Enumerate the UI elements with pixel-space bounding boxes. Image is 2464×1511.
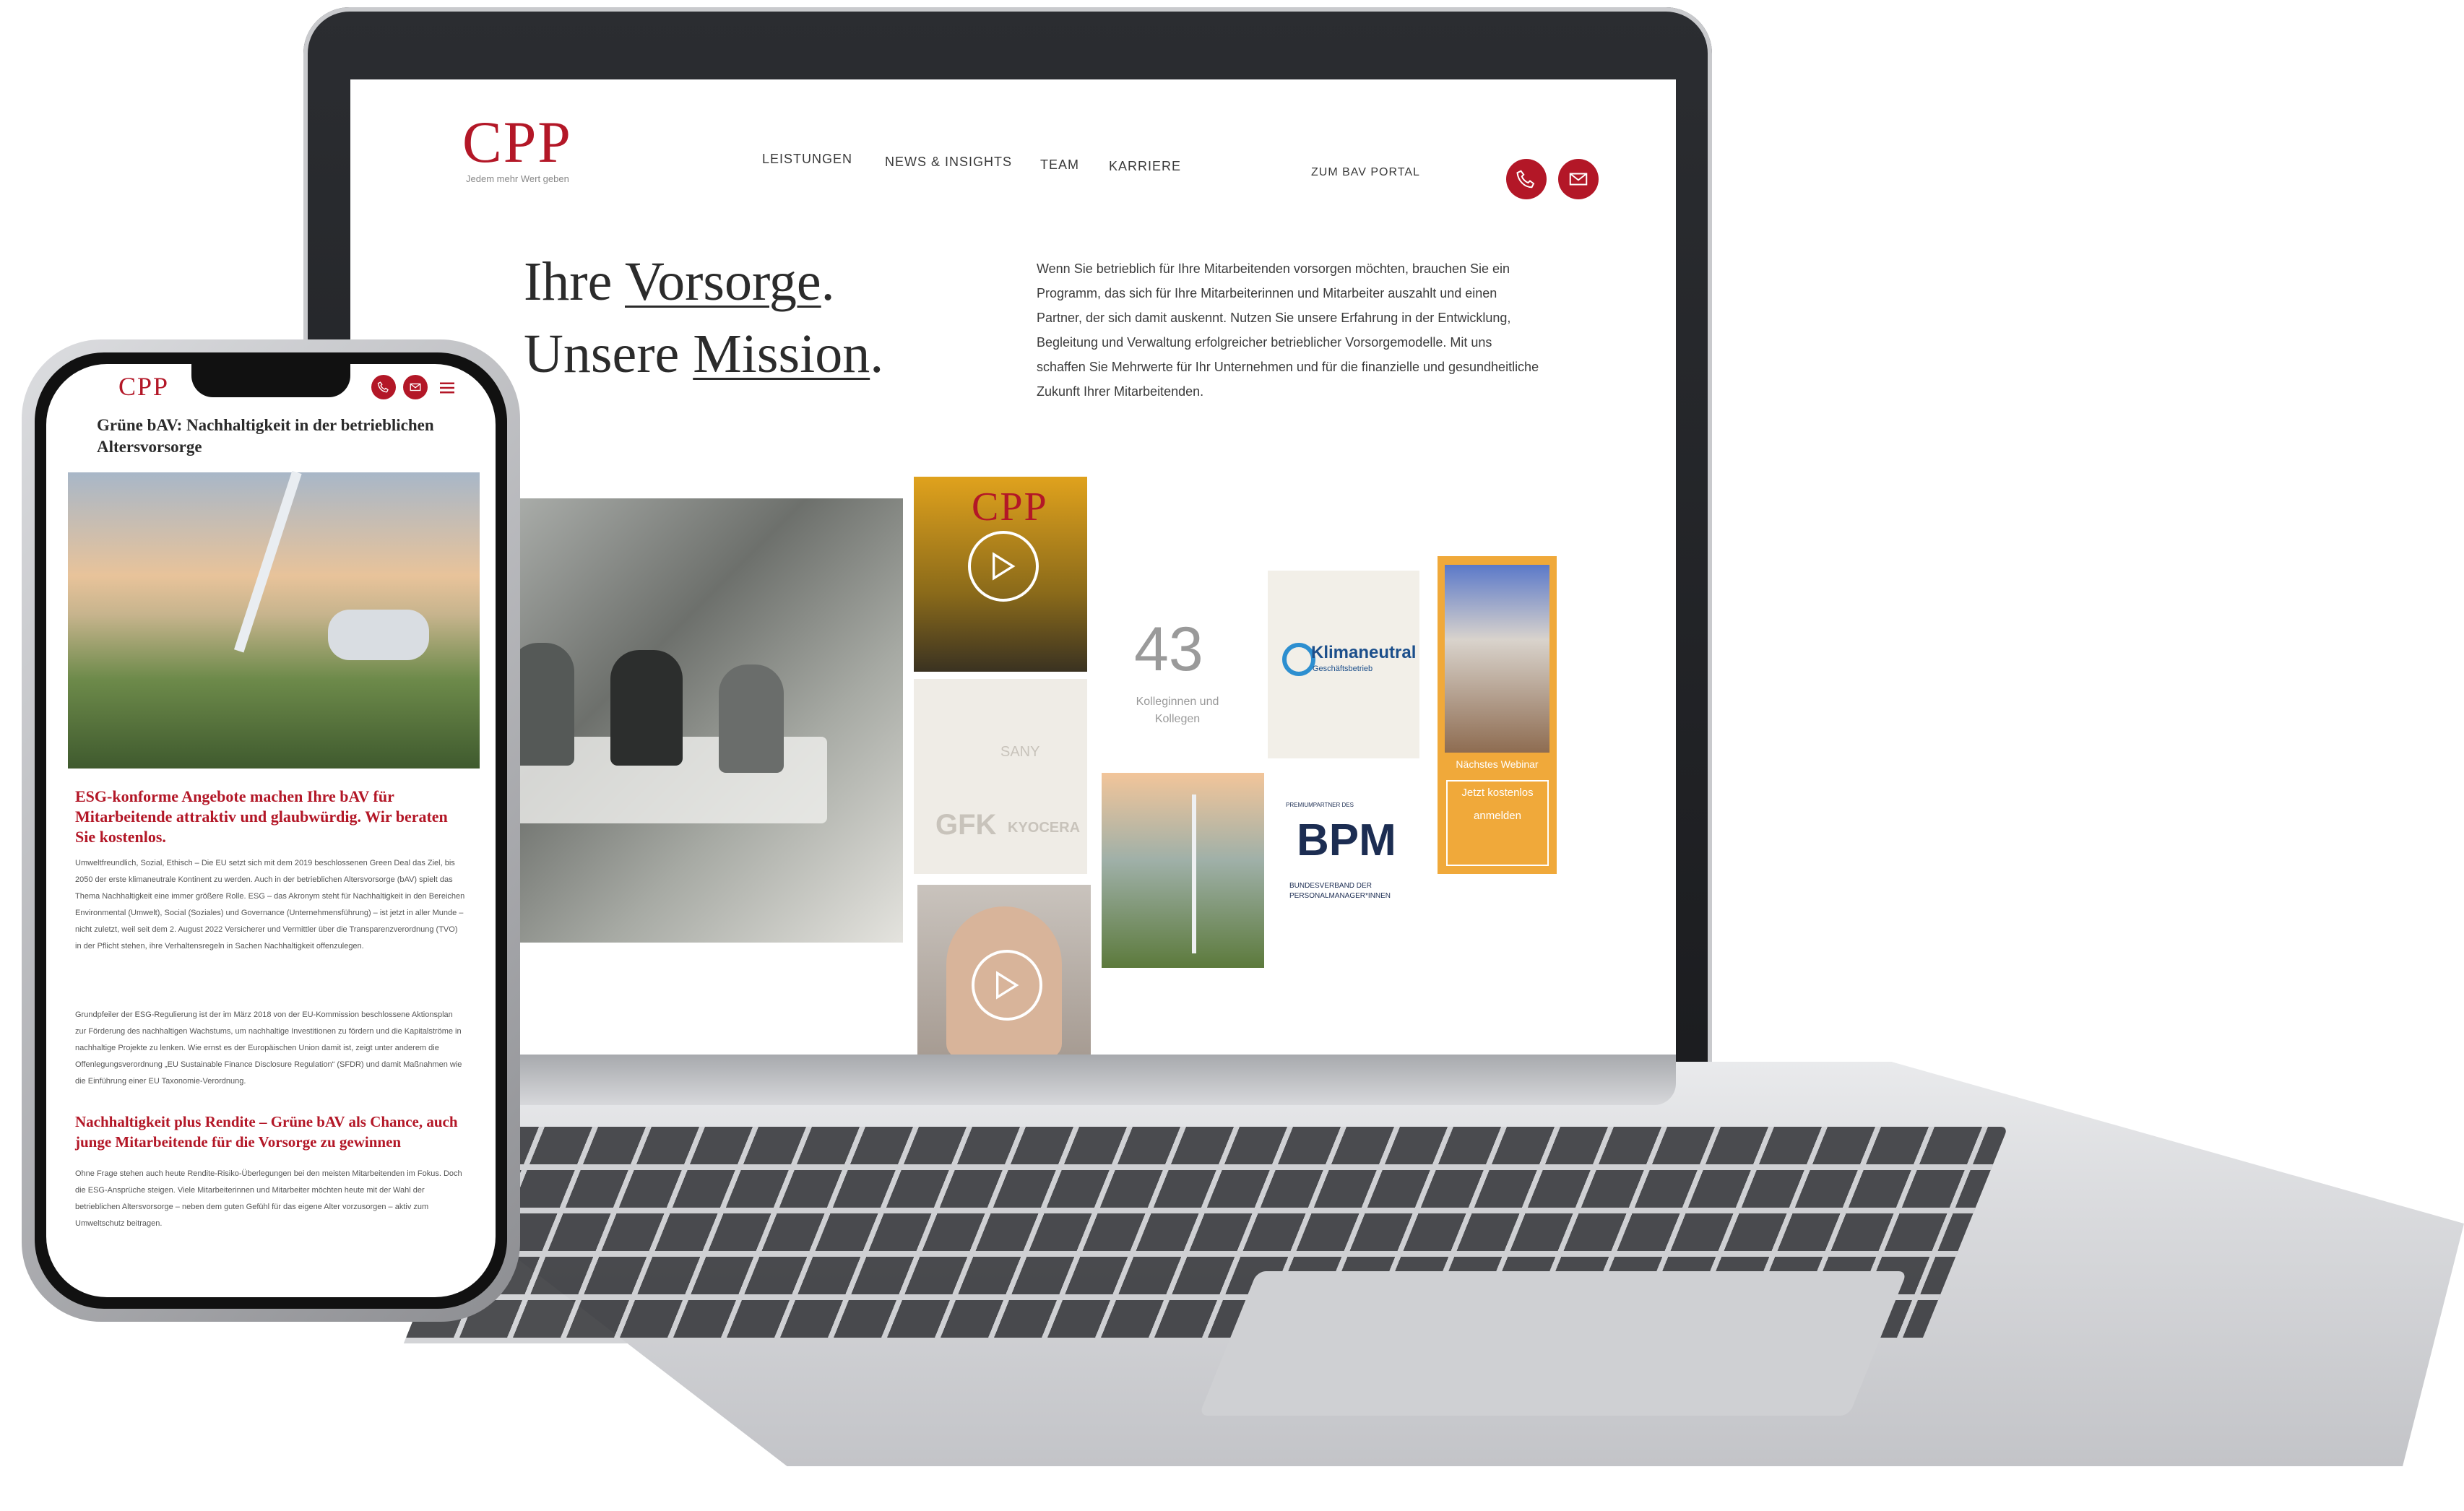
klima-title: Klimaneutral xyxy=(1311,643,1417,662)
phone-call-button[interactable] xyxy=(371,375,396,399)
nav-bav-portal[interactable]: ZUM BAV PORTAL xyxy=(1311,166,1420,179)
esg-headline: ESG-konforme Angebote machen Ihre bAV fü… xyxy=(75,787,448,846)
hero-title: Ihre Vorsorge. Unsere Mission. xyxy=(524,246,883,390)
nav-news-insights[interactable]: NEWS & INSIGHTS xyxy=(885,155,1012,170)
laptop-trackpad xyxy=(1198,1271,1908,1416)
site-tagline: Jedem mehr Wert geben xyxy=(466,173,569,184)
phone-button[interactable] xyxy=(1506,159,1547,199)
video-tile-logo: CPP xyxy=(972,485,1048,529)
stat-label: Kolleginnen und Kollegen xyxy=(1136,696,1219,725)
play-icon[interactable] xyxy=(968,531,1039,602)
hero-word: Unsere xyxy=(524,324,680,384)
nav-karriere[interactable]: KARRIERE xyxy=(1109,159,1181,174)
hero-word-underlined: Mission xyxy=(693,324,870,384)
nav-team[interactable]: TEAM xyxy=(1040,157,1079,173)
wind-turbine-photo xyxy=(68,470,480,769)
client-logos-tile: SANY GFK KYOCERA xyxy=(914,679,1087,874)
hero-word-underlined: Vorsorge xyxy=(625,251,821,312)
mail-icon xyxy=(1569,173,1588,186)
client-logo-sany: SANY xyxy=(1000,744,1040,760)
stat-number: 43 xyxy=(1134,615,1203,684)
bpm-kicker: PREMIUMPARTNER DES xyxy=(1286,802,1354,808)
webinar-photo xyxy=(1445,565,1549,753)
intro-text: Wenn Sie betrieblich für Ihre Mitarbeite… xyxy=(1037,261,1539,399)
phone-notch xyxy=(191,361,350,397)
client-logo-gfk: GFK xyxy=(935,809,997,841)
paragraph-3: Ohne Frage stehen auch heute Rendite-Ris… xyxy=(75,1169,462,1228)
phone-icon xyxy=(1516,170,1535,189)
phone-screen: CPP Grüne bAV: Nachhaltigkeit in der bet… xyxy=(46,364,496,1297)
webinar-label: Nächstes Webinar xyxy=(1456,758,1539,770)
phone-icon xyxy=(377,381,389,393)
phone-logo[interactable]: CPP xyxy=(118,371,169,402)
video-tile-portrait[interactable] xyxy=(917,885,1091,1055)
bpm-title: BPM xyxy=(1297,815,1396,865)
hero-dot: . xyxy=(870,324,884,384)
mail-button[interactable] xyxy=(1558,159,1599,199)
paragraph-2: Grundpfeiler der ESG-Regulierung ist der… xyxy=(75,1010,462,1086)
nav-leistungen[interactable]: LEISTUNGEN xyxy=(762,152,852,167)
klima-subtitle: Geschäftsbetrieb xyxy=(1313,664,1373,673)
play-icon[interactable] xyxy=(972,950,1042,1021)
rendite-headline: Nachhaltigkeit plus Rendite – Grüne bAV … xyxy=(75,1113,458,1151)
phone-mail-button[interactable] xyxy=(403,375,428,399)
laptop-hinge xyxy=(491,1055,1676,1105)
laptop-screen: CPP Jedem mehr Wert geben LEISTUNGEN NEW… xyxy=(350,79,1676,1055)
menu-icon[interactable] xyxy=(436,377,458,399)
client-logo-kyocera: KYOCERA xyxy=(1008,820,1081,836)
hero-word: Ihre xyxy=(524,251,613,312)
webinar-tile[interactable]: Nächstes Webinar Jetzt kostenlos anmelde… xyxy=(1438,556,1557,874)
hero-dot: . xyxy=(821,251,835,312)
webinar-cta[interactable]: Jetzt kostenlos anmelden xyxy=(1446,780,1549,866)
article-title: Grüne bAV: Nachhaltigkeit in der betrieb… xyxy=(97,416,434,456)
klimaneutral-badge[interactable]: Klimaneutral Geschäftsbetrieb xyxy=(1268,571,1419,758)
video-tile-event[interactable]: CPP xyxy=(914,477,1087,672)
site-logo[interactable]: CPP xyxy=(462,108,572,176)
wind-turbine-tile xyxy=(1102,773,1264,968)
bpm-badge[interactable]: PREMIUMPARTNER DES BPM BUNDESVERBAND DER… xyxy=(1279,795,1423,932)
paragraph-1: Umweltfreundlich, Sozial, Ethisch – Die … xyxy=(75,859,465,951)
bpm-subtitle: BUNDESVERBAND DER PERSONALMANAGER*INNEN xyxy=(1289,882,1391,900)
mail-icon xyxy=(410,383,421,391)
